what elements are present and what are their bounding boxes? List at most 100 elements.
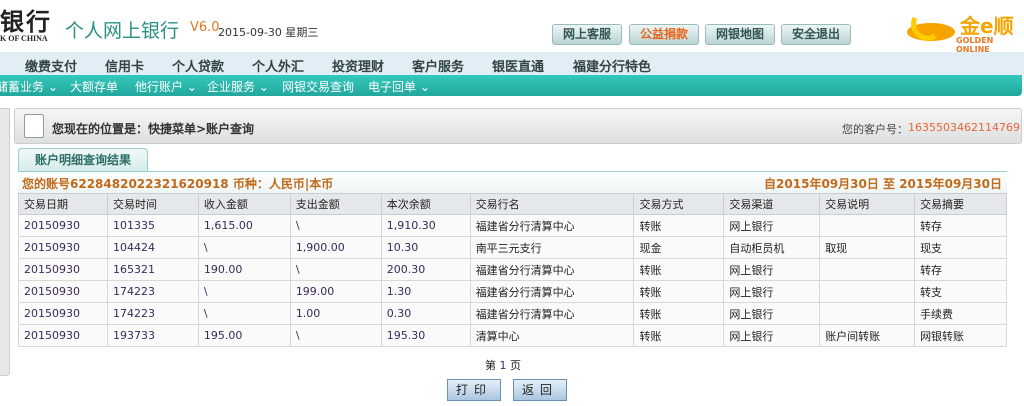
nav-credit-card[interactable]: 信用卡: [105, 56, 144, 75]
table-cell: 1,615.00: [197, 214, 291, 237]
table-cell: 转账: [633, 324, 725, 347]
golden-online-logo-icon: [907, 16, 955, 41]
table-cell: 转账: [633, 302, 725, 325]
table-cell: 取现: [819, 236, 916, 259]
table-cell: 转存: [914, 214, 1007, 237]
ebank-map-button[interactable]: 网银地图: [705, 24, 775, 45]
table-cell: 网银转账: [914, 324, 1007, 347]
table-row: 20150930 165321 190.00 \ 200.30 福建省分行清算中心 转账 网上…: [18, 258, 1007, 281]
column-header: 交易说明: [819, 193, 916, 215]
table-cell: 网上银行: [723, 302, 821, 325]
column-header: 交易日期: [18, 193, 108, 215]
table-cell: [819, 258, 916, 281]
nav-investment[interactable]: 投资理财: [332, 56, 384, 75]
date-range: 自2015年09月30日 至 2015年09月30日: [764, 177, 1002, 191]
nav-loans[interactable]: 个人贷款: [172, 56, 224, 75]
subnav-large-deposit[interactable]: 大额存单: [70, 78, 118, 95]
table-cell: 195.00: [197, 324, 291, 347]
table-cell: 200.30: [380, 258, 471, 281]
current-date: 2015-09-30 星期三: [218, 26, 319, 39]
table-cell: [819, 280, 916, 303]
charity-donation-button[interactable]: 公益捐款: [629, 24, 699, 45]
table-cell: 账户间转账: [819, 324, 916, 347]
table-row: 20150930 101335 1,615.00 \ 1,910.30 福建省分行清算中心…: [18, 214, 1007, 237]
customer-number-label: 您的客户号：: [842, 123, 908, 136]
table-cell: 清算中心: [469, 324, 635, 347]
table-row: 20150930 174223 \ 1.00 0.30 福建省分行清算中心 转账 网上银行 手续…: [18, 302, 1007, 325]
table-cell: \: [197, 280, 291, 303]
table-cell: 1.00: [289, 302, 382, 325]
account-info: 您的账号6228482022321620918 币种：人民币|本币: [22, 177, 334, 191]
subnav-savings[interactable]: 储蓄业务 ⌄: [0, 78, 58, 95]
subnav-e-receipt[interactable]: 电子回单 ⌄: [368, 78, 430, 95]
column-header: 交易方式: [633, 193, 725, 215]
table-cell: 1,910.30: [380, 214, 471, 237]
table-cell: 195.30: [380, 324, 471, 347]
app-version: V6.0: [190, 20, 220, 35]
table-cell: 20150930: [18, 258, 108, 281]
table-cell: 南平三元支行: [469, 236, 635, 259]
page-prefix: 第: [485, 359, 496, 372]
table-cell: \: [289, 324, 382, 347]
table-cell: \: [289, 258, 382, 281]
table-cell: 网上银行: [723, 258, 821, 281]
table-cell: 转账: [633, 258, 725, 281]
table-cell: 0.30: [380, 302, 471, 325]
table-cell: 手续费: [914, 302, 1007, 325]
table-row: 20150930 193733 195.00 \ 195.30 清算中心 转账 网上银行 账户间…: [18, 324, 1007, 347]
table-cell: 网上银行: [723, 280, 821, 303]
nav-payment[interactable]: 缴费支付: [25, 56, 77, 75]
print-button[interactable]: 打印: [447, 379, 501, 401]
table-cell: 福建省分行清算中心: [469, 280, 635, 303]
column-header: 交易摘要: [914, 193, 1007, 215]
customer-number: 1635503462114769: [908, 121, 1020, 134]
table-cell: 20150930: [18, 214, 108, 237]
table-cell: 网上银行: [723, 214, 821, 237]
column-header: 交易行名: [469, 193, 635, 215]
subnav-other-bank[interactable]: 他行账户 ⌄: [135, 78, 197, 95]
app-title: 个人网上银行: [65, 20, 180, 42]
table-cell: 165321: [106, 258, 199, 281]
page-number: 1: [499, 359, 507, 372]
column-header: 交易渠道: [723, 193, 821, 215]
table-cell: 20150930: [18, 236, 108, 259]
nav-forex[interactable]: 个人外汇: [252, 56, 304, 75]
table-cell: 174223: [106, 280, 199, 303]
subnav-enterprise[interactable]: 企业服务 ⌄: [207, 78, 269, 95]
tab-account-detail-result[interactable]: 账户明细查询结果: [18, 148, 148, 171]
table-row: 20150930 104424 \ 1,900.00 10.30 南平三元支行 现金 自动柜员…: [18, 236, 1007, 259]
table-cell: 20150930: [18, 302, 108, 325]
table-cell: 福建省分行清算中心: [469, 214, 635, 237]
table-cell: 101335: [106, 214, 199, 237]
table-cell: 104424: [106, 236, 199, 259]
transaction-table: 交易日期 交易时间 收入金额 支出金额 本次余额 交易行名 交易方式 交易渠道 交易说明 交易摘要…: [18, 193, 1007, 347]
column-header: 交易时间: [106, 193, 199, 215]
table-cell: 1.30: [380, 280, 471, 303]
golden-online-logo-text: 金e顺: [960, 14, 1014, 38]
table-cell: 转存: [914, 258, 1007, 281]
left-sidebar[interactable]: [0, 108, 10, 376]
table-cell: 174223: [106, 302, 199, 325]
online-service-button[interactable]: 网上客服: [552, 24, 622, 45]
column-header: 支出金额: [289, 193, 382, 215]
table-cell: 转账: [633, 280, 725, 303]
back-button[interactable]: 返回: [513, 379, 567, 401]
table-cell: 转支: [914, 280, 1007, 303]
table-row: 20150930 174223 \ 199.00 1.30 福建省分行清算中心 转账 网上银行…: [18, 280, 1007, 303]
table-cell: \: [197, 236, 291, 259]
table-cell: 福建省分行清算中心: [469, 258, 635, 281]
bank-logo-english: K OF CHINA: [0, 34, 48, 43]
table-cell: [819, 302, 916, 325]
page-suffix: 页: [510, 359, 521, 372]
table-cell: 193733: [106, 324, 199, 347]
table-cell: 自动柜员机: [723, 236, 821, 259]
nav-medical[interactable]: 银医直通: [492, 56, 544, 75]
breadcrumb: 您现在的位置是：快捷菜单>账户查询: [52, 122, 255, 136]
nav-customer-service[interactable]: 客户服务: [412, 56, 464, 75]
logout-button[interactable]: 安全退出: [781, 24, 851, 45]
table-cell: 20150930: [18, 324, 108, 347]
nav-fujian-special[interactable]: 福建分行特色: [573, 56, 651, 75]
table-cell: 福建省分行清算中心: [469, 302, 635, 325]
subnav-transaction-query[interactable]: 网银交易查询: [282, 78, 354, 95]
table-cell: 20150930: [18, 280, 108, 303]
